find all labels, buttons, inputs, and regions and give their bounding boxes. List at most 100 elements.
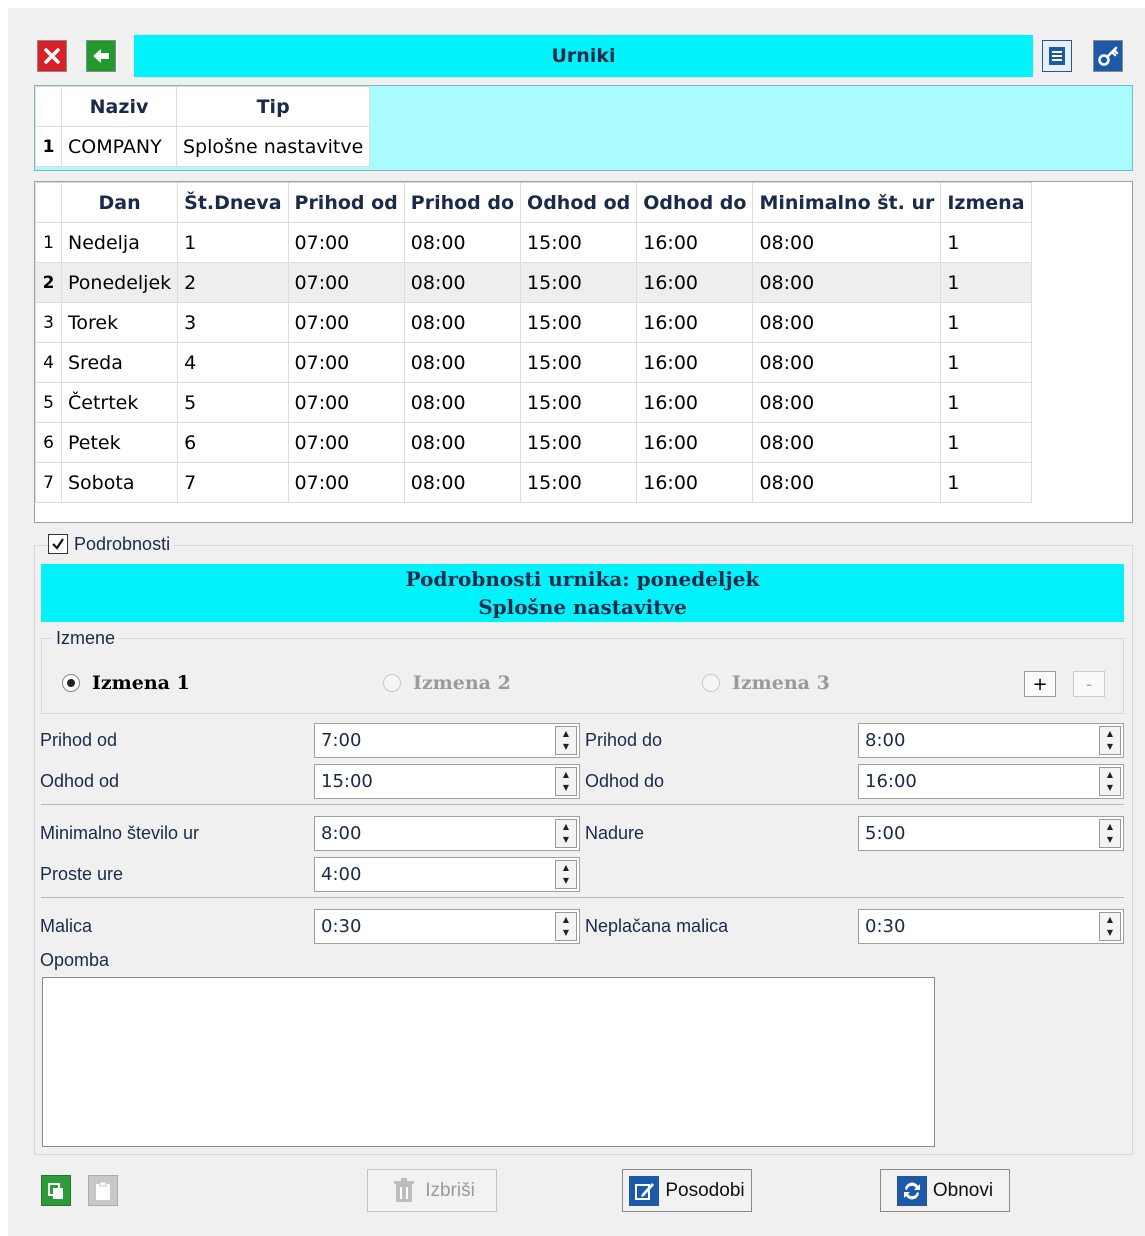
column-header-tip[interactable]: Tip <box>175 86 371 127</box>
column-header[interactable]: Minimalno št. ur <box>752 182 942 223</box>
table-cell[interactable]: Četrtek <box>60 382 179 423</box>
table-cell[interactable]: 16:00 <box>636 342 754 383</box>
table-cell[interactable]: 08:00 <box>752 462 942 503</box>
table-cell[interactable]: 15:00 <box>520 262 638 303</box>
spinner-arrows-icon[interactable]: ▲ ▼ <box>555 767 577 796</box>
table-cell[interactable]: 08:00 <box>752 342 942 383</box>
column-header[interactable]: Št.Dneva <box>177 182 289 223</box>
malica-value[interactable]: 0:30 <box>315 916 555 937</box>
table-cell[interactable]: 4 <box>177 342 289 383</box>
table-cell[interactable]: 16:00 <box>636 302 754 343</box>
table-cell[interactable]: 16:00 <box>636 382 754 423</box>
table-cell[interactable]: 16:00 <box>636 422 754 463</box>
table-cell[interactable]: 08:00 <box>403 222 522 263</box>
table-cell[interactable]: 15:00 <box>520 302 638 343</box>
table-cell[interactable]: 2 <box>177 262 289 303</box>
table-cell[interactable]: 15:00 <box>520 222 638 263</box>
shift-3-radio[interactable]: Izmena 3 <box>702 672 830 694</box>
table-cell[interactable]: 08:00 <box>403 302 522 343</box>
table-cell[interactable]: 08:00 <box>752 222 942 263</box>
shift-2-radio[interactable]: Izmena 2 <box>383 672 511 694</box>
table-cell[interactable]: 16:00 <box>636 262 754 303</box>
table-row[interactable]: 4 Sreda 4 07:00 08:00 15:00 16:00 08:00 1 <box>35 342 1032 383</box>
odhod-do-value[interactable]: 16:00 <box>859 771 1099 792</box>
table-cell[interactable]: 07:00 <box>287 302 405 343</box>
proste-ure-spinbox[interactable]: 4:00 ▲ ▼ <box>314 857 580 892</box>
table-cell[interactable]: 5 <box>177 382 289 423</box>
back-button[interactable] <box>86 40 116 72</box>
table-row[interactable]: 6 Petek 6 07:00 08:00 15:00 16:00 08:00 1 <box>35 422 1032 463</box>
table-cell[interactable]: 07:00 <box>287 262 405 303</box>
remove-shift-button[interactable]: - <box>1073 671 1105 697</box>
prihod-od-spinbox[interactable]: 7:00 ▲ ▼ <box>314 723 580 758</box>
radio-dot[interactable] <box>62 674 80 692</box>
table-cell[interactable]: 15:00 <box>520 382 638 423</box>
odhod-od-spinbox[interactable]: 15:00 ▲ ▼ <box>314 764 580 799</box>
min-ur-value[interactable]: 8:00 <box>315 823 555 844</box>
column-header[interactable]: Odhod do <box>636 182 754 223</box>
table-cell[interactable]: 3 <box>177 302 289 343</box>
table-cell[interactable]: Sreda <box>60 342 179 383</box>
neplacana-malica-value[interactable]: 0:30 <box>859 916 1099 937</box>
spinner-arrows-icon[interactable]: ▲ ▼ <box>1099 912 1121 941</box>
table-cell[interactable]: Petek <box>60 422 179 463</box>
cell-naziv[interactable]: COMPANY <box>61 126 177 167</box>
column-header[interactable]: Prihod od <box>287 182 405 223</box>
table-cell[interactable]: 1 <box>940 382 1032 423</box>
close-button[interactable] <box>37 40 67 72</box>
key-button[interactable] <box>1093 40 1123 72</box>
table-cell[interactable]: 6 <box>177 422 289 463</box>
table-cell[interactable]: 1 <box>940 262 1032 303</box>
odhod-do-spinbox[interactable]: 16:00 ▲ ▼ <box>858 764 1124 799</box>
spinner-arrows-icon[interactable]: ▲ ▼ <box>555 726 577 755</box>
copy-button[interactable] <box>41 1175 71 1206</box>
paste-button[interactable] <box>88 1175 118 1206</box>
prihod-od-value[interactable]: 7:00 <box>315 730 555 751</box>
radio-dot[interactable] <box>702 674 720 692</box>
table-cell[interactable]: 07:00 <box>287 222 405 263</box>
table-cell[interactable]: 16:00 <box>636 222 754 263</box>
checkbox-box[interactable] <box>48 534 68 554</box>
table-cell[interactable]: Ponedeljek <box>60 262 179 303</box>
spinner-arrows-icon[interactable]: ▲ ▼ <box>555 860 577 889</box>
table-cell[interactable]: 1 <box>940 222 1032 263</box>
table-cell[interactable]: 1 <box>940 462 1032 503</box>
table-cell[interactable]: 07:00 <box>287 382 405 423</box>
neplacana-malica-spinbox[interactable]: 0:30 ▲ ▼ <box>858 909 1124 944</box>
spinner-arrows-icon[interactable]: ▲ ▼ <box>555 912 577 941</box>
print-button[interactable] <box>1042 40 1072 72</box>
table-cell[interactable]: 15:00 <box>520 462 638 503</box>
cell-tip[interactable]: Splošne nastavitve <box>175 126 371 167</box>
table-row[interactable]: 1 COMPANY Splošne nastavitve <box>35 126 371 167</box>
spinner-arrows-icon[interactable]: ▲ ▼ <box>1099 819 1121 848</box>
prihod-do-value[interactable]: 8:00 <box>859 730 1099 751</box>
table-cell[interactable]: 1 <box>940 302 1032 343</box>
table-row[interactable]: 2 Ponedeljek 2 07:00 08:00 15:00 16:00 08:00 1 <box>35 262 1032 303</box>
table-cell[interactable]: 08:00 <box>752 382 942 423</box>
details-checkbox[interactable]: Podrobnosti <box>48 531 175 557</box>
table-row[interactable]: 1 Nedelja 1 07:00 08:00 15:00 16:00 08:00 1 <box>35 222 1032 263</box>
table-cell[interactable]: 08:00 <box>403 382 522 423</box>
table-cell[interactable]: 15:00 <box>520 342 638 383</box>
spinner-arrows-icon[interactable]: ▲ ▼ <box>555 819 577 848</box>
table-cell[interactable]: Nedelja <box>60 222 179 263</box>
table-cell[interactable]: 08:00 <box>752 302 942 343</box>
table-row[interactable]: 7 Sobota 7 07:00 08:00 15:00 16:00 08:00 1 <box>35 462 1032 503</box>
obnovi-button[interactable]: Obnovi <box>880 1169 1010 1212</box>
table-cell[interactable]: 07:00 <box>287 462 405 503</box>
table-cell[interactable]: 15:00 <box>520 422 638 463</box>
table-cell[interactable]: 07:00 <box>287 422 405 463</box>
table-cell[interactable]: 08:00 <box>403 342 522 383</box>
table-cell[interactable]: Torek <box>60 302 179 343</box>
table-cell[interactable]: 16:00 <box>636 462 754 503</box>
odhod-od-value[interactable]: 15:00 <box>315 771 555 792</box>
table-cell[interactable]: 08:00 <box>752 422 942 463</box>
column-header[interactable]: Izmena <box>940 182 1032 223</box>
spinner-arrows-icon[interactable]: ▲ ▼ <box>1099 726 1121 755</box>
table-row[interactable]: 3 Torek 3 07:00 08:00 15:00 16:00 08:00 1 <box>35 302 1032 343</box>
malica-spinbox[interactable]: 0:30 ▲ ▼ <box>314 909 580 944</box>
table-cell[interactable]: 08:00 <box>403 262 522 303</box>
table-cell[interactable]: 1 <box>940 342 1032 383</box>
proste-ure-value[interactable]: 4:00 <box>315 864 555 885</box>
table-row[interactable]: 5 Četrtek 5 07:00 08:00 15:00 16:00 08:00 1 <box>35 382 1032 423</box>
